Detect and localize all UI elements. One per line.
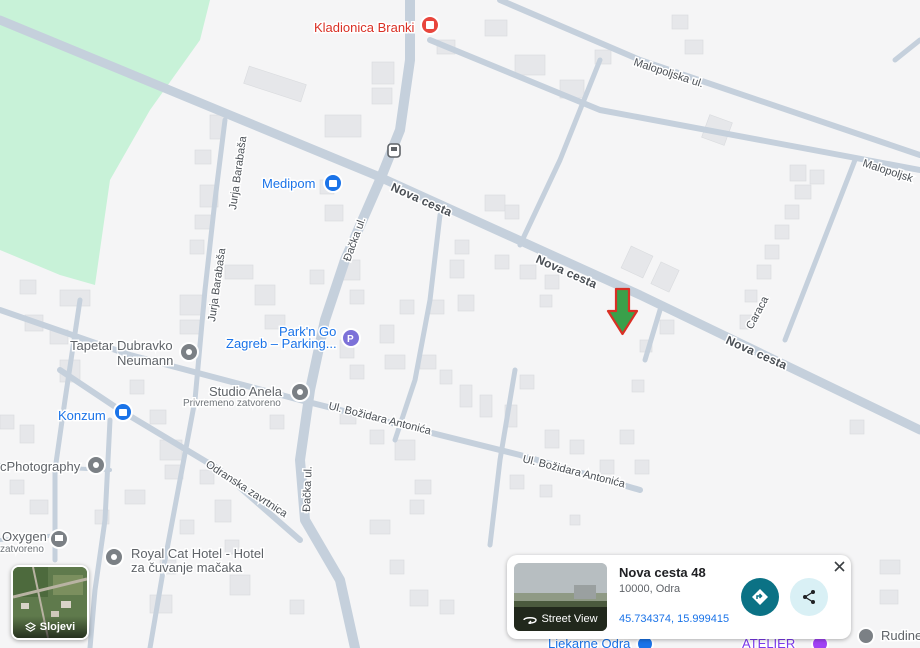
poi-label: Oxygen: [2, 529, 47, 544]
poi-status: zatvoreno: [0, 544, 44, 555]
poi-label-2: za čuvanje mačaka: [131, 560, 243, 575]
poi-label: Rudine: [881, 628, 920, 643]
poi-label: Konzum: [58, 408, 106, 423]
poi-medipom[interactable]: Medipom: [261, 173, 343, 193]
layers-icon: [24, 621, 36, 632]
road-label-jurja-barabasa-1: Jurja Barabaša: [227, 135, 249, 211]
road-label-dacka-2: Đačka ul.: [301, 466, 315, 512]
road-label-malopoljska: Malopoljska ul.: [632, 56, 705, 90]
poi-royal-cat[interactable]: Royal Cat Hotel - Hotel za čuvanje mačak…: [104, 545, 266, 577]
road-label-nova-cesta-1: Nova cesta: [389, 180, 455, 219]
road-label-nova-cesta-3: Nova cesta: [724, 333, 790, 372]
poi-rudine[interactable]: Rudine: [857, 627, 920, 645]
svg-text:P: P: [347, 334, 354, 345]
poi-label: Kladionica Branki: [314, 20, 415, 35]
poi-konzum[interactable]: Konzum: [57, 402, 133, 425]
place-coordinates[interactable]: 45.734374, 15.999415: [619, 613, 729, 625]
poi-label: Royal Cat Hotel - Hotel: [131, 546, 264, 561]
close-icon: [833, 561, 845, 572]
poi-kladionica[interactable]: Kladionica Branki: [313, 15, 440, 37]
poi-label: Studio Anela: [209, 384, 283, 399]
poi-label-2: Zagreb – Parking...: [226, 336, 337, 351]
place-card[interactable]: Street View Nova cesta 48 10000, Odra 45…: [507, 555, 851, 639]
directions-icon: [752, 589, 768, 605]
street-view-thumbnail[interactable]: Street View: [514, 563, 607, 631]
poi-tapetar[interactable]: Tapetar Dubravko Neumann: [69, 337, 199, 370]
park-area: [0, 0, 210, 285]
street-view-label: Street View: [541, 613, 598, 625]
street-view-icon: [523, 617, 538, 624]
place-icon: [857, 627, 875, 645]
directions-button[interactable]: [741, 578, 779, 616]
layers-button[interactable]: Slojevi: [11, 565, 89, 640]
poi-bus-stop[interactable]: [387, 143, 401, 158]
poi-photography[interactable]: cPhotography: [0, 455, 106, 476]
poi-oxygen[interactable]: Oxygen zatvoreno: [0, 528, 69, 557]
poi-label: Tapetar Dubravko: [70, 338, 173, 353]
close-button[interactable]: [831, 559, 847, 575]
poi-label: Medipom: [262, 176, 315, 191]
road-label-dacka-1: Đačka ul.: [342, 216, 369, 263]
layers-label: Slojevi: [39, 621, 76, 633]
street-view-bar[interactable]: Street View: [514, 607, 607, 631]
poi-label-2: Neumann: [117, 353, 173, 368]
share-button[interactable]: [790, 578, 828, 616]
poi-status: Privremeno zatvoreno: [183, 398, 281, 409]
share-icon: [803, 590, 815, 604]
place-title: Nova cesta 48: [619, 565, 706, 580]
place-subtitle: 10000, Odra: [619, 583, 681, 595]
map-canvas[interactable]: Nova cesta Nova cesta Nova cesta Malopol…: [0, 0, 920, 648]
layers-label-row: Slojevi: [13, 616, 87, 638]
poi-label: cPhotography: [0, 459, 81, 474]
